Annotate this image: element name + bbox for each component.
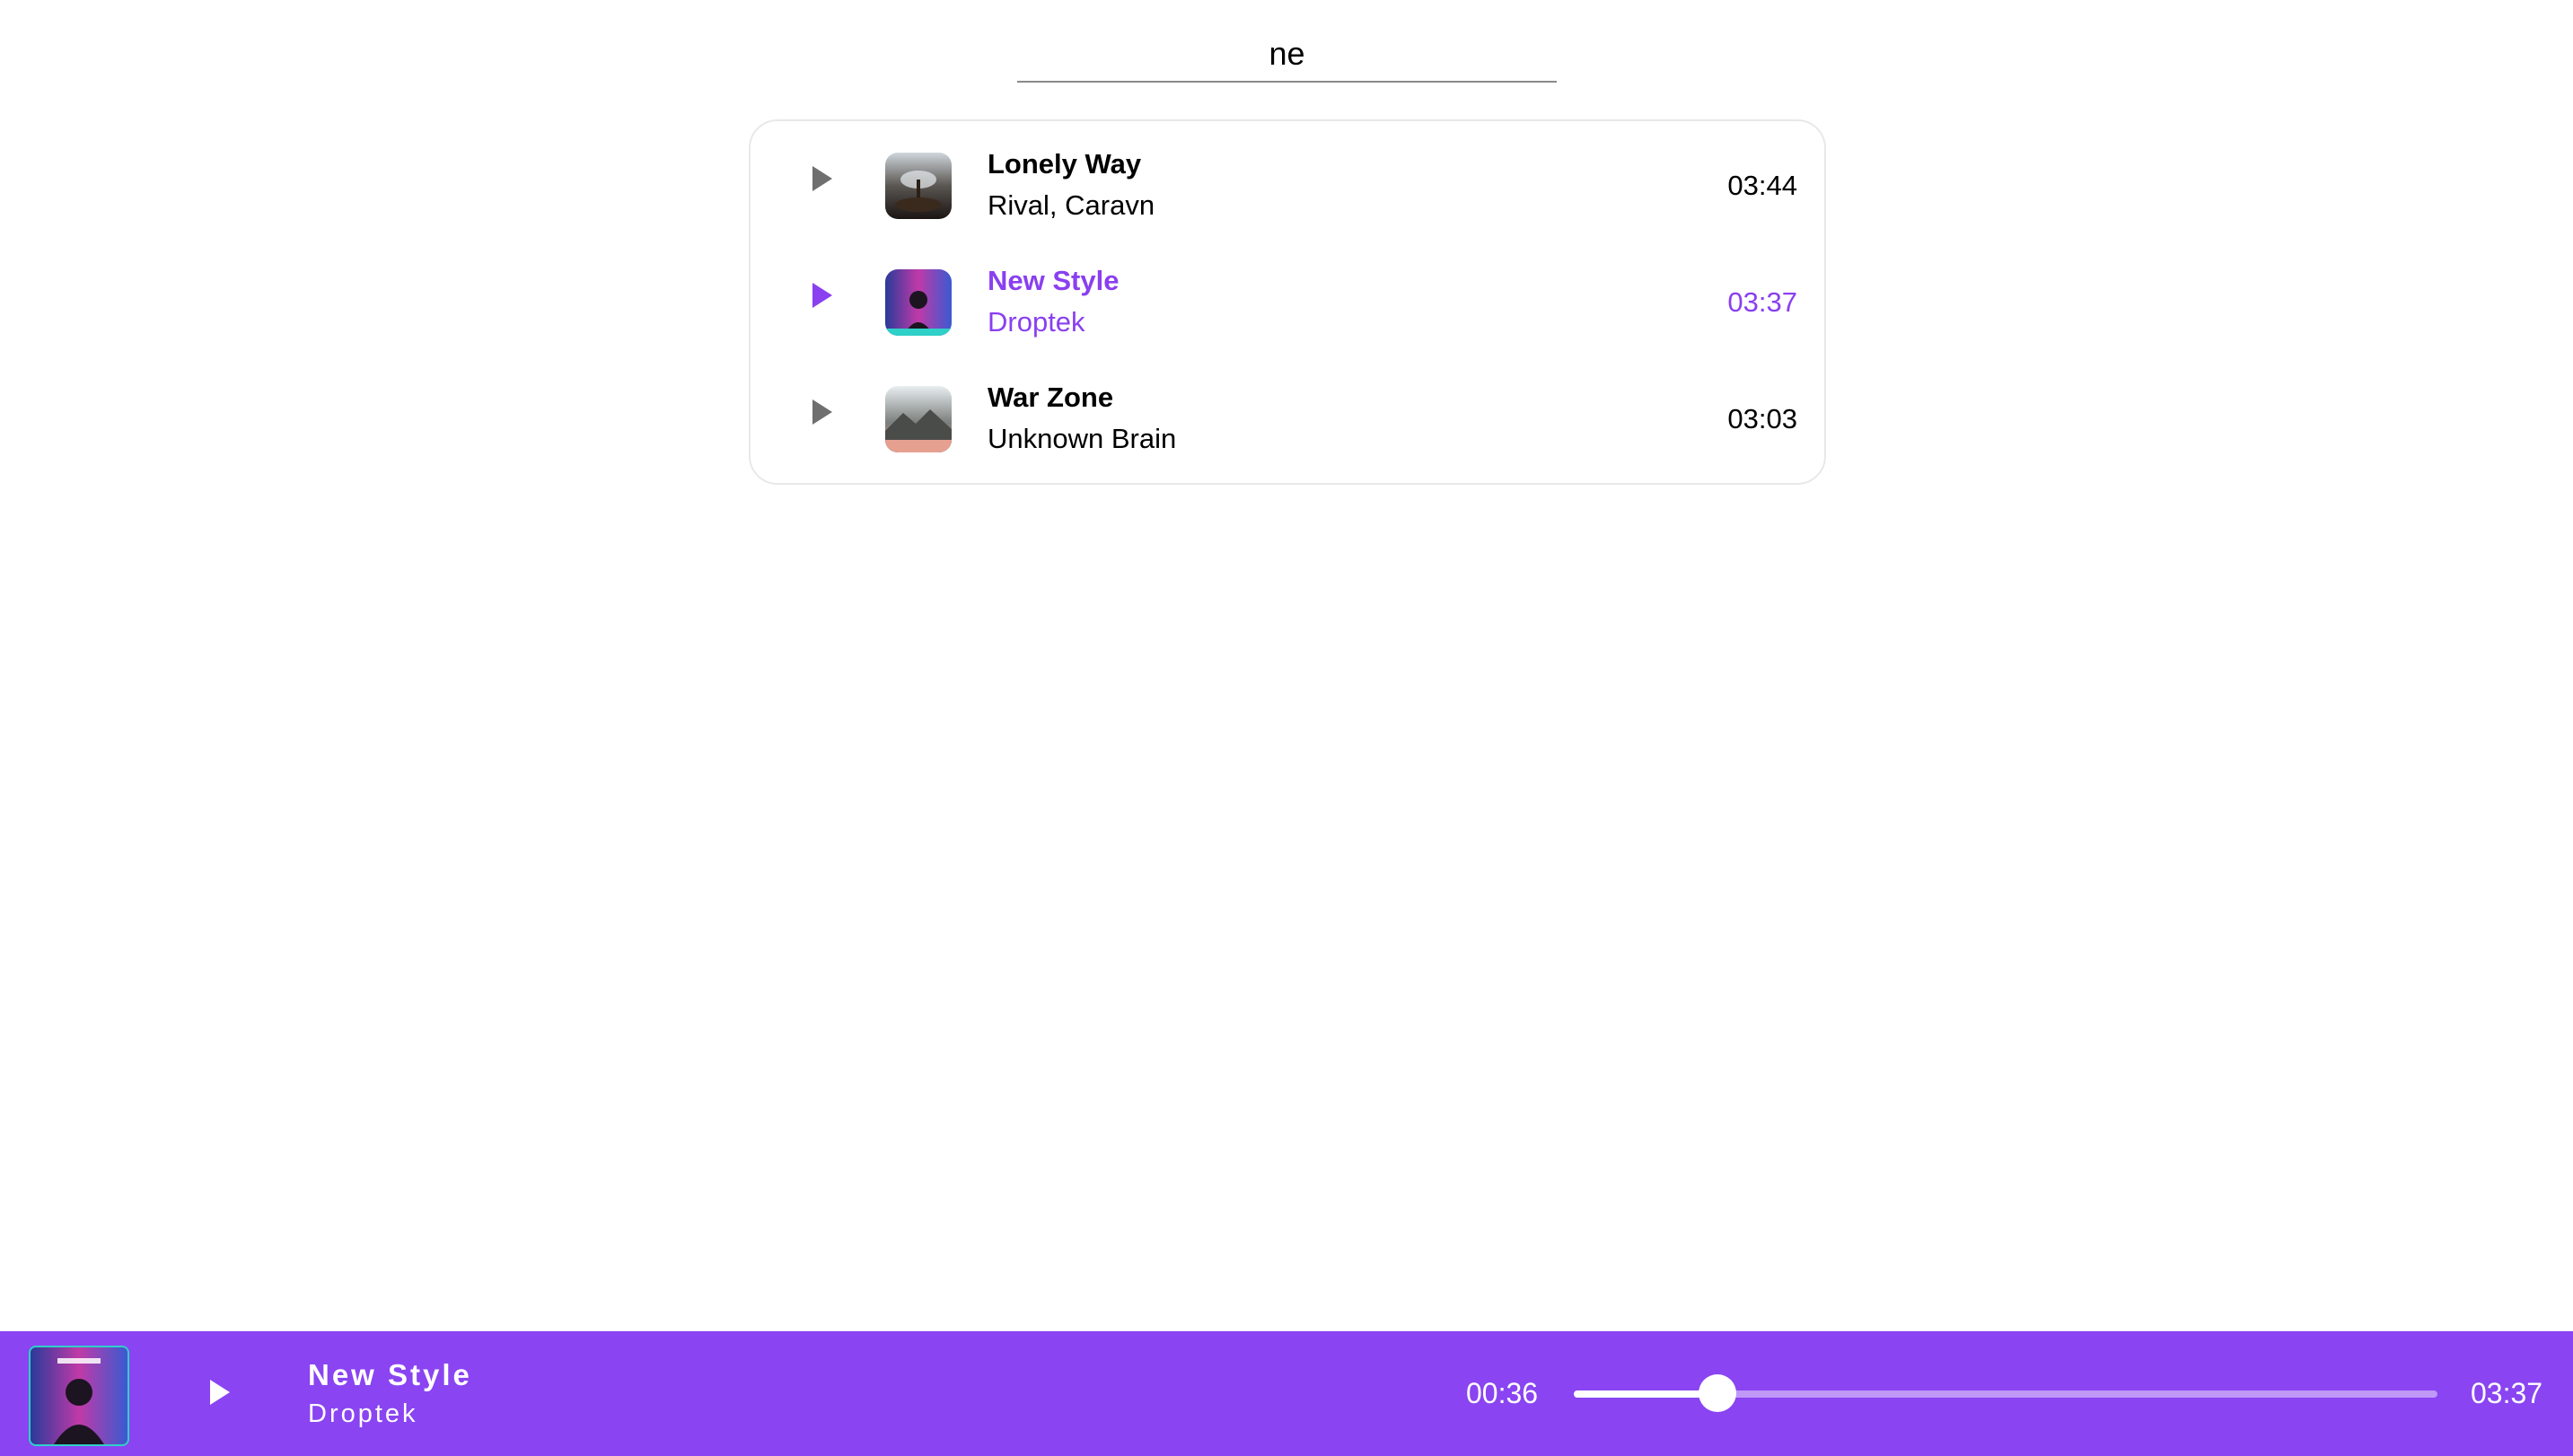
track-row[interactable]: War Zone Unknown Brain 03:03	[751, 355, 1824, 471]
track-row[interactable]: Lonely Way Rival, Caravn 03:44	[751, 121, 1824, 238]
album-art	[885, 269, 952, 336]
track-artist: Unknown Brain	[988, 423, 1177, 454]
track-artist: Rival, Caravn	[988, 189, 1155, 221]
track-artist: Droptek	[988, 306, 1085, 338]
track-title: New Style	[988, 265, 1120, 296]
track-duration: 03:44	[1727, 170, 1797, 201]
player-bar: New Style Droptek 00:36 03:37	[0, 1331, 2573, 1456]
total-time: 03:37	[2471, 1377, 2543, 1409]
track-row-active[interactable]: New Style Droptek 03:37	[751, 238, 1824, 355]
search-bar	[1017, 27, 1557, 83]
now-playing-artist: Droptek	[308, 1399, 418, 1428]
track-list: Lonely Way Rival, Caravn 03:44 New Style…	[749, 119, 1826, 485]
current-time: 00:36	[1466, 1377, 1539, 1409]
album-art	[29, 1346, 129, 1446]
play-icon[interactable]	[205, 1374, 235, 1410]
track-duration: 03:03	[1727, 403, 1797, 434]
album-art	[885, 386, 952, 452]
search-input[interactable]	[1017, 27, 1557, 81]
track-title: Lonely Way	[988, 148, 1142, 180]
play-icon[interactable]	[804, 276, 840, 315]
album-art	[885, 153, 952, 219]
play-icon[interactable]	[804, 392, 840, 432]
progress-slider[interactable]	[1574, 1374, 2437, 1412]
progress-handle[interactable]	[1698, 1374, 1736, 1412]
track-title: War Zone	[988, 382, 1114, 413]
now-playing-title: New Style	[308, 1358, 472, 1391]
progress-fill	[1574, 1390, 1717, 1398]
track-duration: 03:37	[1727, 286, 1797, 318]
play-icon[interactable]	[804, 159, 840, 198]
